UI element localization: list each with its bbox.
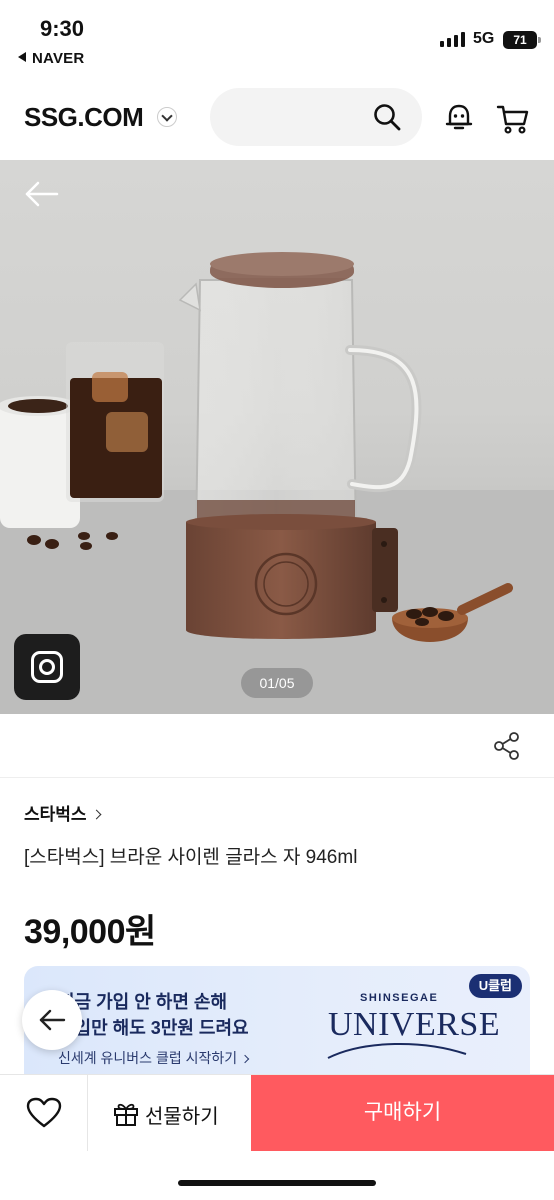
chevron-down-icon[interactable] bbox=[157, 107, 177, 127]
heart-icon bbox=[26, 1097, 62, 1128]
universe-swoosh-icon bbox=[327, 1042, 467, 1059]
gift-icon bbox=[114, 1103, 138, 1126]
ssg-logo[interactable]: SSG.COM bbox=[24, 102, 144, 133]
buy-button[interactable]: 구매하기 bbox=[251, 1075, 554, 1151]
share-icon[interactable] bbox=[492, 731, 522, 761]
product-price: 39,000원 bbox=[24, 913, 156, 951]
status-time: 9:30 bbox=[40, 16, 85, 41]
battery-indicator: 71 bbox=[503, 31, 541, 49]
search-bar[interactable] bbox=[210, 88, 422, 146]
back-arrow-icon[interactable] bbox=[24, 180, 60, 208]
status-bar: 9:30 NAVER 5G 71 bbox=[0, 0, 554, 78]
brand-name: 스타벅스 bbox=[24, 805, 87, 824]
universe-club-banner[interactable]: 지금 가입 안 하면 손해 가입만 해도 3만원 드려요 신세계 유니버스 클럽… bbox=[24, 966, 530, 1076]
share-row bbox=[0, 714, 554, 778]
banner-cta-link[interactable]: 신세계 유니버스 클럽 시작하기 bbox=[58, 1048, 250, 1068]
back-triangle-icon bbox=[18, 52, 26, 62]
gift-button[interactable]: 선물하기 bbox=[89, 1075, 251, 1151]
product-image-gallery[interactable]: 01/05 bbox=[0, 160, 554, 714]
chevron-right-icon bbox=[240, 1054, 250, 1064]
product-photo bbox=[0, 252, 554, 714]
cellular-signal-icon bbox=[440, 32, 465, 47]
search-icon[interactable] bbox=[372, 102, 402, 132]
back-app-label: NAVER bbox=[32, 50, 85, 67]
bottom-action-bar: 선물하기 구매하기 bbox=[0, 1074, 554, 1151]
network-type: 5G bbox=[473, 30, 495, 47]
uclub-badge: U클럽 bbox=[468, 974, 522, 998]
wishlist-button[interactable] bbox=[0, 1075, 88, 1151]
banner-headline-1: 지금 가입 안 하면 손해 bbox=[58, 992, 228, 1012]
gift-label: 선물하기 bbox=[145, 1106, 219, 1128]
brand-link[interactable]: 스타벅스 bbox=[24, 800, 102, 825]
instagram-icon[interactable] bbox=[14, 634, 80, 700]
universe-brand-top: SHINSEGAE bbox=[360, 992, 439, 1004]
floating-back-button[interactable] bbox=[22, 990, 82, 1050]
cart-icon[interactable] bbox=[496, 102, 530, 136]
product-title: [스타벅스] 브라운 사이렌 글라스 자 946ml bbox=[24, 847, 358, 868]
notification-bell-icon[interactable] bbox=[443, 102, 475, 134]
back-to-app-link[interactable]: NAVER bbox=[18, 50, 84, 67]
home-indicator bbox=[178, 1180, 376, 1186]
banner-cta-label: 신세계 유니버스 클럽 시작하기 bbox=[58, 1050, 238, 1066]
chevron-right-icon bbox=[91, 809, 102, 820]
banner-headline-2: 가입만 해도 3만원 드려요 bbox=[58, 1018, 249, 1038]
site-header: SSG.COM bbox=[0, 78, 554, 160]
image-pager: 01/05 bbox=[241, 668, 313, 698]
back-arrow-icon bbox=[39, 1009, 66, 1031]
